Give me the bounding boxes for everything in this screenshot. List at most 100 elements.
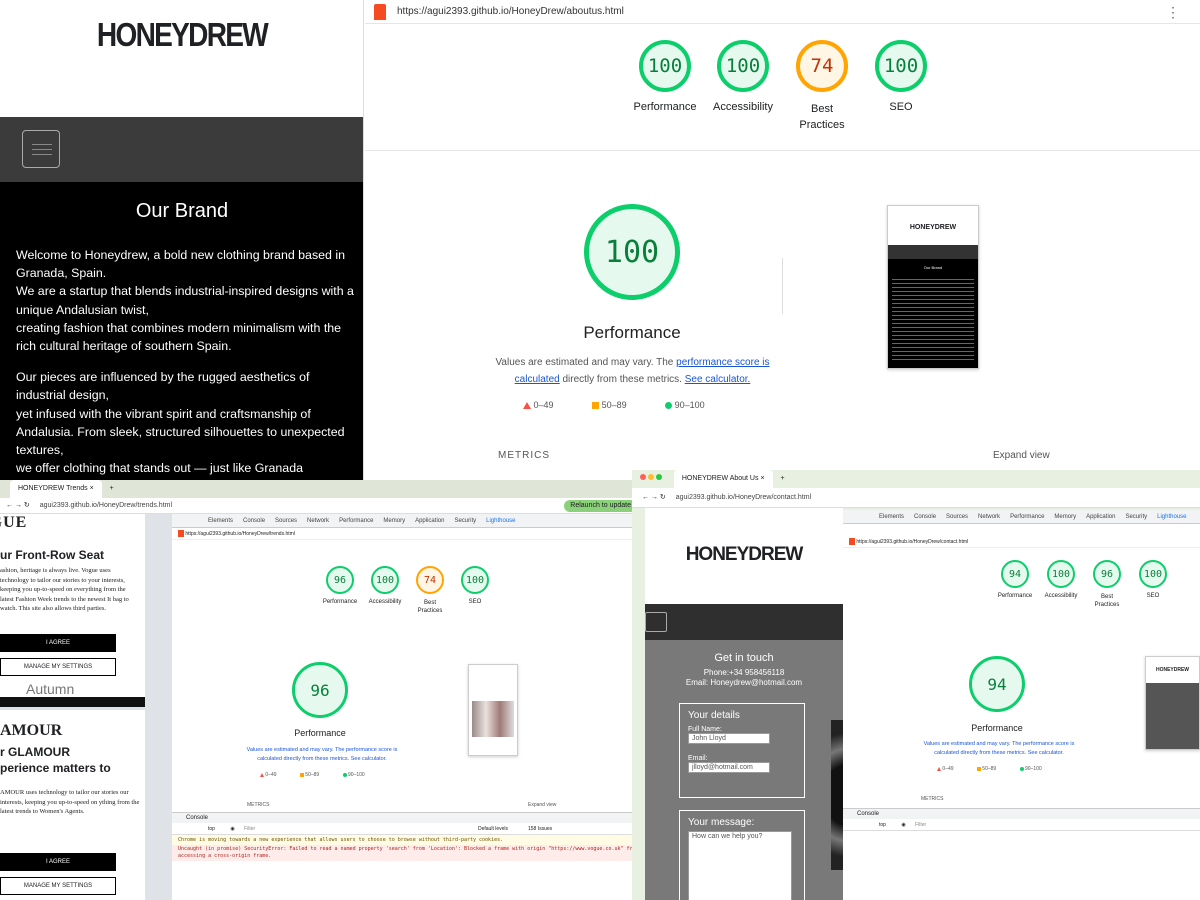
devtools-tab[interactable]: Console — [914, 514, 936, 520]
gauge-performance[interactable]: 100 Performance — [625, 40, 705, 113]
glamour-manage-button[interactable]: MANAGE MY SETTINGS — [0, 877, 116, 895]
devtools-tab[interactable]: Performance — [339, 518, 373, 524]
page-screenshot-thumbnail[interactable]: HONEYDREW — [1145, 656, 1200, 750]
new-tab-icon[interactable]: + — [781, 475, 785, 482]
forward-icon[interactable]: → — [15, 502, 22, 509]
reload-icon[interactable]: ↻ — [24, 502, 30, 509]
devtools-tab[interactable]: Network — [307, 518, 329, 524]
brand-heading: Our Brand — [135, 200, 229, 222]
forward-icon[interactable]: → — [651, 494, 658, 501]
browser-tabstrip: HONEYDREW Trends × + — [0, 480, 645, 498]
big-performance-gauge: 100 — [567, 204, 697, 300]
devtools-tab[interactable]: Sources — [946, 514, 968, 520]
devtools-tab-lighthouse[interactable]: Lighthouse — [486, 518, 515, 524]
issues-counter[interactable]: 158 Issues — [528, 823, 552, 835]
devtools-tab[interactable]: Network — [978, 514, 1000, 520]
console-toolbar: top ◉ Filter Default levels 158 Issues ⚙ — [172, 823, 645, 835]
metrics-heading: METRICS — [921, 796, 944, 802]
score-legend: 0–49 50–89 90–100 — [260, 772, 420, 778]
devtools-tab[interactable]: Security — [454, 518, 476, 524]
devtools-tab[interactable]: Elements — [208, 518, 233, 524]
gauge-label: SEO — [889, 101, 913, 113]
vertical-divider — [782, 258, 783, 314]
site-logo[interactable]: HONEYDREW — [645, 544, 843, 566]
devtools-tab[interactable]: Memory — [383, 518, 405, 524]
brand-line: Our pieces are influenced by the rugged … — [16, 370, 310, 403]
devtools-tab[interactable]: Application — [1086, 514, 1115, 520]
eye-icon[interactable]: ◉ — [230, 826, 234, 832]
context-selector[interactable]: top — [879, 822, 886, 828]
gauge-best-practices[interactable]: 74 Best Practices — [782, 40, 862, 133]
console-filter-input[interactable]: Filter — [244, 826, 255, 832]
close-icon[interactable]: × — [760, 475, 764, 482]
hamburger-menu-button[interactable] — [645, 612, 667, 632]
update-button[interactable]: Relaunch to update — [564, 500, 637, 512]
thumb-logo: HONEYDREW — [1155, 667, 1190, 673]
expand-view-toggle[interactable]: Expand view — [528, 802, 556, 808]
new-tab-icon[interactable]: + — [110, 485, 114, 492]
glamour-agree-button[interactable]: I AGREE — [0, 853, 116, 871]
browser-tab[interactable]: HONEYDREW About Us × — [673, 470, 773, 488]
vogue-agree-button[interactable]: I AGREE — [0, 634, 116, 652]
report-url-bar: https://agui2393.github.io/HoneyDrew/abo… — [365, 0, 1200, 24]
close-icon[interactable]: × — [90, 485, 94, 492]
window-controls[interactable] — [640, 474, 664, 482]
tab-title: HONEYDREW Trends — [18, 485, 88, 492]
page-screenshot-thumbnail[interactable]: HONEYDREW Our Brand — [887, 205, 979, 369]
close-window-icon[interactable] — [640, 474, 646, 480]
devtools-tab[interactable]: Application — [415, 518, 444, 524]
devtools-lh-url: https://agui2393.github.io/HoneyDrew/tre… — [172, 528, 645, 540]
page-gap — [0, 697, 145, 707]
full-name-input[interactable]: John Lloyd — [688, 733, 770, 744]
brand-line: creating fashion that combines modern mi… — [16, 320, 342, 354]
maximize-window-icon[interactable] — [655, 474, 662, 480]
devtools-tab[interactable]: Console — [243, 518, 265, 524]
legend-pass: 90–100 — [1024, 766, 1042, 772]
devtools-tab[interactable]: Elements — [879, 514, 904, 520]
more-options-icon[interactable]: ⋮ — [1166, 0, 1180, 24]
gauge-accessibility[interactable]: 100 Accessibility — [703, 40, 783, 113]
eye-icon[interactable]: ◉ — [901, 822, 905, 828]
lh-url-text[interactable]: https://agui2393.github.io/HoneyDrew/con… — [856, 539, 968, 545]
address-bar[interactable]: agui2393.github.io/HoneyDrew/trends.html — [40, 502, 172, 509]
report-url[interactable]: https://agui2393.github.io/HoneyDrew/abo… — [397, 0, 624, 24]
glamour-body: AMOUR uses technology to tailor our stor… — [0, 789, 140, 815]
site-logo[interactable]: HONEYDREW — [27, 16, 336, 54]
browser-tab[interactable]: HONEYDREW Trends × — [10, 480, 102, 498]
gauge-seo[interactable]: 100 SEO — [447, 566, 503, 605]
devtools-tab[interactable]: Security — [1125, 514, 1147, 520]
devtools-tab-lighthouse[interactable]: Lighthouse — [1157, 514, 1186, 520]
back-icon[interactable]: ← — [642, 494, 649, 501]
address-bar[interactable]: agui2393.github.io/HoneyDrew/contact.htm… — [676, 494, 811, 501]
message-textarea[interactable]: How can we help you? — [688, 831, 792, 900]
pass-circle-icon — [665, 402, 673, 410]
vogue-manage-button[interactable]: MANAGE MY SETTINGS — [0, 658, 116, 676]
legend-fail: 0–49 — [942, 766, 954, 772]
console-filter-input[interactable]: Filter — [915, 822, 926, 828]
context-selector[interactable]: top — [208, 826, 215, 832]
estimate-note: Values are estimated and may vary. The p… — [246, 747, 398, 762]
gauge-ring: 100 — [875, 40, 927, 92]
vogue-body: ashion, heritage is always live. Vogue u… — [0, 567, 129, 612]
see-calculator-link[interactable]: See calculator. — [685, 374, 751, 385]
page-screenshot-thumbnail[interactable] — [468, 664, 518, 756]
expand-view-toggle[interactable]: Expand view — [993, 450, 1050, 461]
console-tab[interactable]: Console — [172, 813, 645, 823]
lh-url-text[interactable]: https://agui2393.github.io/HoneyDrew/tre… — [185, 531, 295, 537]
gauge-seo[interactable]: 100 SEO — [1125, 560, 1181, 599]
gauge-seo[interactable]: 100 SEO — [861, 40, 941, 113]
devtools-panel: Elements Console Sources Network Performance… — [843, 510, 1200, 900]
console-tab[interactable]: Console — [843, 809, 1200, 819]
devtools-tab[interactable]: Performance — [1010, 514, 1044, 520]
legend-average: 50–89 — [601, 400, 627, 410]
devtools-tab[interactable]: Memory — [1054, 514, 1076, 520]
email-input[interactable]: jlloyd@hotmail.com — [688, 762, 770, 773]
back-icon[interactable]: ← — [6, 502, 13, 509]
hamburger-menu-button[interactable] — [22, 130, 60, 168]
metrics-heading: METRICS — [247, 802, 270, 808]
reload-icon[interactable]: ↻ — [660, 494, 666, 501]
levels-dropdown[interactable]: Default levels — [478, 823, 508, 835]
minimize-window-icon[interactable] — [647, 474, 654, 480]
devtools-tab[interactable]: Sources — [275, 518, 297, 524]
gauge-ring: 100 — [371, 566, 399, 594]
